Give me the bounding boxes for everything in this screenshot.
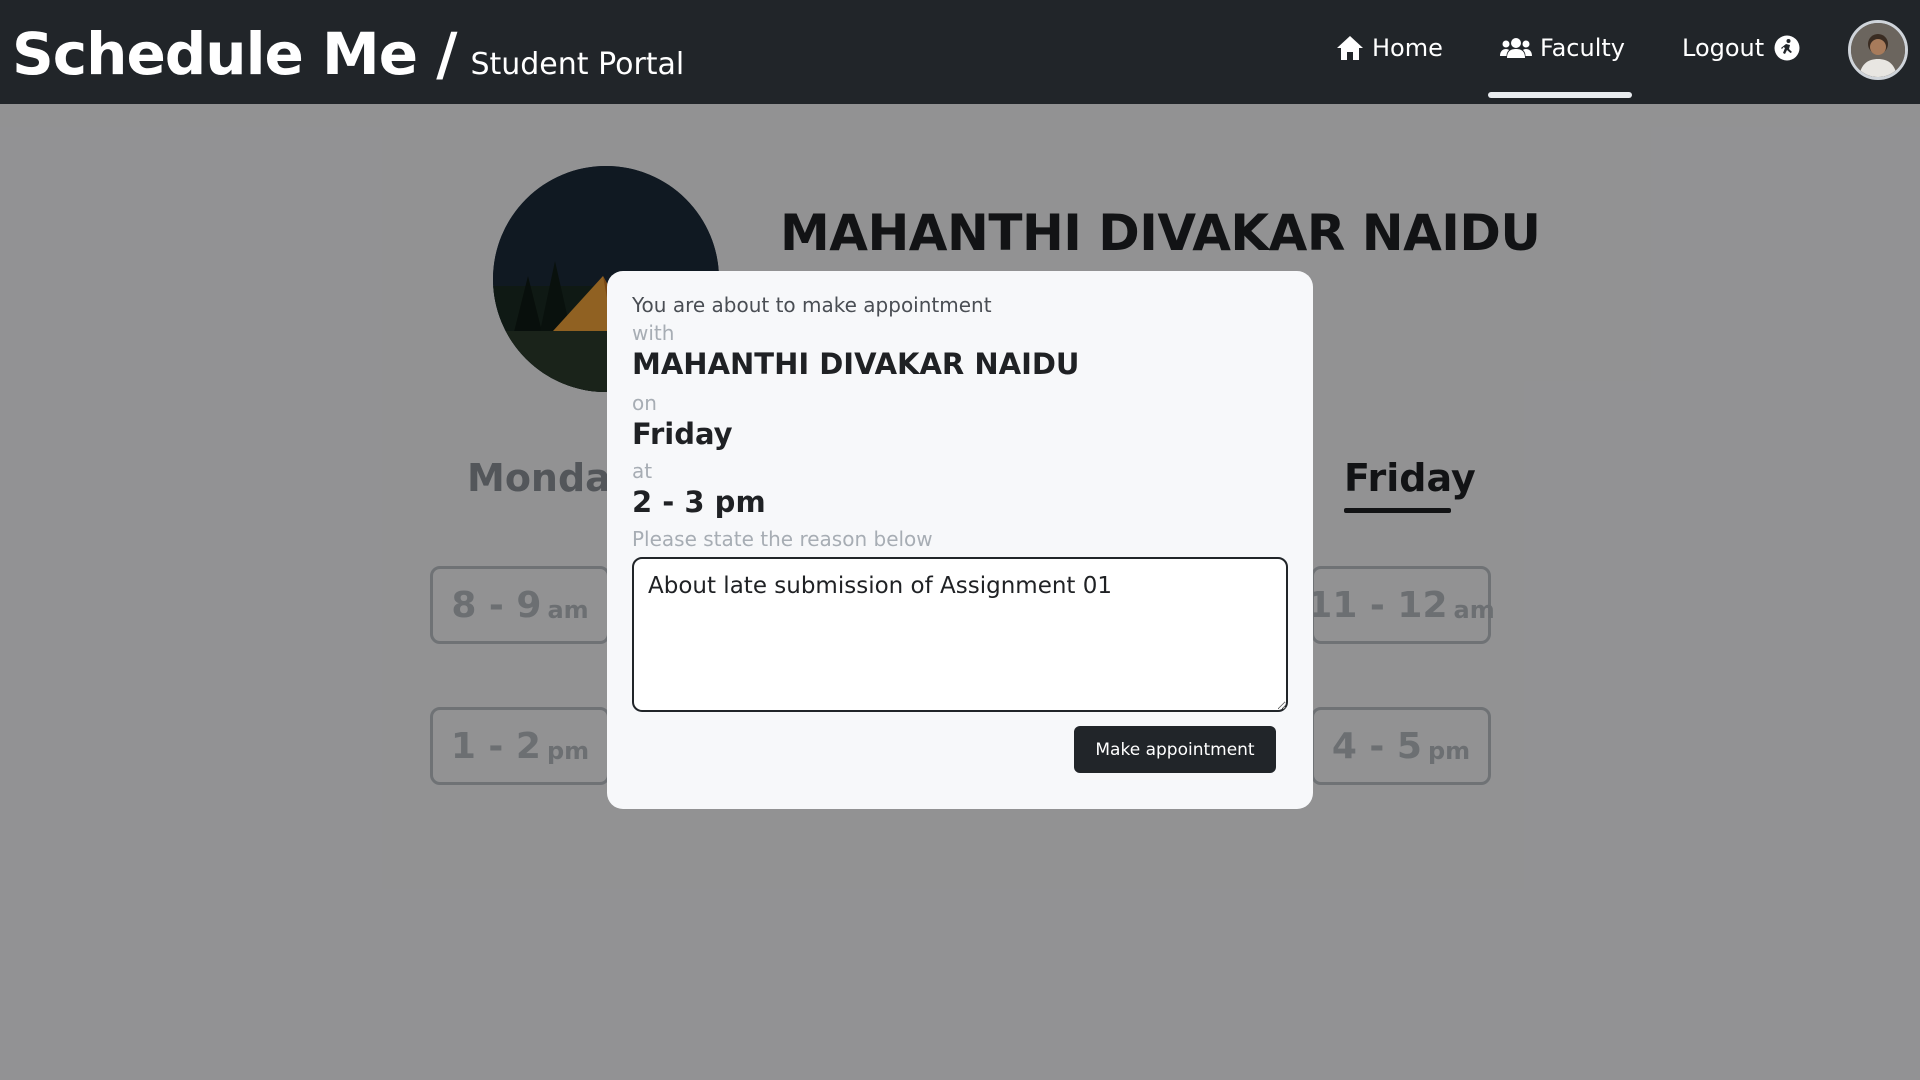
nav-faculty-label: Faculty xyxy=(1540,34,1625,62)
modal-with-label: with xyxy=(632,321,675,345)
nav-faculty[interactable]: Faculty xyxy=(1500,28,1625,68)
avatar[interactable] xyxy=(1848,20,1908,80)
nav-logout[interactable]: Logout xyxy=(1682,28,1800,68)
home-icon xyxy=(1337,36,1363,60)
navbar: Schedule Me / Student Portal Home Facult… xyxy=(0,0,1920,104)
modal-day: Friday xyxy=(632,417,733,451)
nav-logout-label: Logout xyxy=(1682,34,1765,62)
run-icon xyxy=(1774,35,1800,61)
modal-on-label: on xyxy=(632,391,657,415)
modal-at-label: at xyxy=(632,459,653,483)
users-icon xyxy=(1500,38,1532,58)
modal-faculty-name: MAHANTHI DIVAKAR NAIDU xyxy=(632,347,1080,381)
brand-title: Schedule Me / xyxy=(12,20,457,88)
modal-time: 2 - 3 pm xyxy=(632,485,766,519)
modal-intro-text: You are about to make appointment xyxy=(632,293,992,317)
brand[interactable]: Schedule Me / Student Portal xyxy=(12,20,684,88)
brand-subtitle: Student Portal xyxy=(470,47,685,82)
reason-textarea[interactable]: About late submission of Assignment 01 xyxy=(632,557,1288,712)
nav-home[interactable]: Home xyxy=(1336,28,1443,68)
nav-home-label: Home xyxy=(1372,34,1443,62)
active-tab-indicator xyxy=(1488,92,1632,98)
modal-reason-label: Please state the reason below xyxy=(632,527,933,551)
make-appointment-button[interactable]: Make appointment xyxy=(1074,726,1276,773)
appointment-modal: You are about to make appointment with M… xyxy=(607,271,1313,809)
user-photo-icon xyxy=(1851,23,1905,77)
